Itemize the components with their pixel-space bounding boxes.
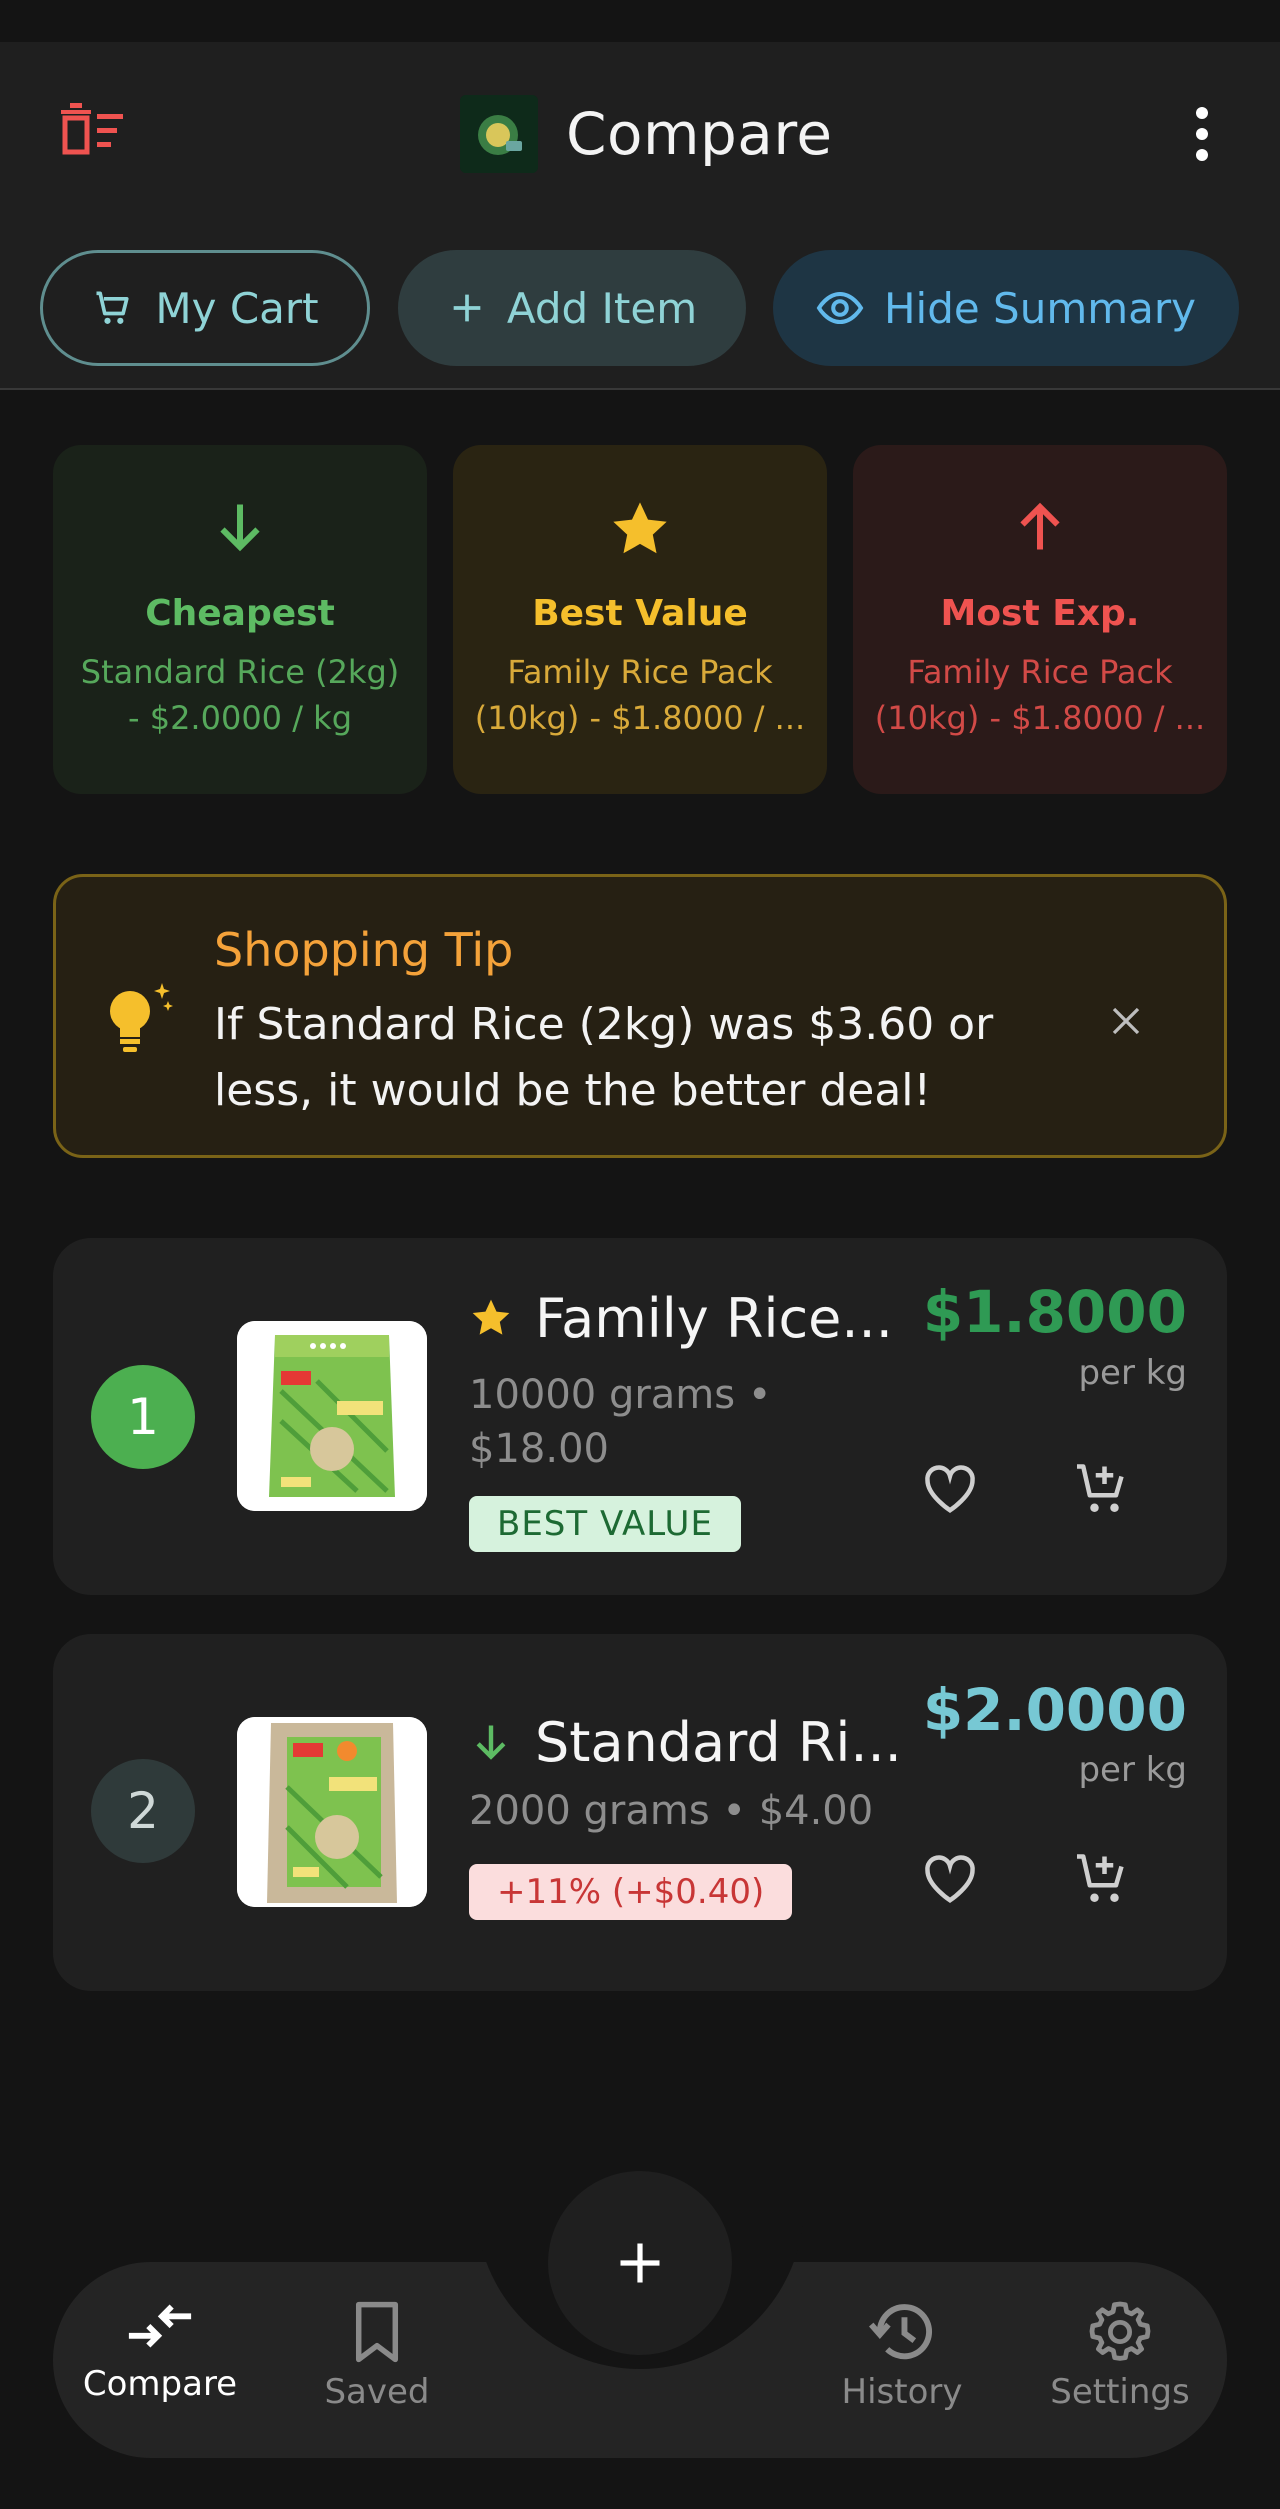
add-shopping-cart-icon — [1077, 1854, 1124, 1902]
app-bar: Compare My Cart Add Item Hide Summary — [0, 42, 1280, 390]
best-value-line2: (10kg) - $1.8000 / ... — [474, 699, 806, 737]
nav-compare[interactable]: Compare — [70, 2300, 250, 2430]
tip-body: If Standard Rice (2kg) was $3.60 or less… — [214, 999, 994, 1116]
item-meta-line1: 10000 grams • — [469, 1372, 772, 1418]
more-options-button[interactable] — [1160, 92, 1244, 176]
nav-history-label: History — [841, 2372, 963, 2412]
bookmark-icon — [355, 2301, 399, 2363]
my-cart-label: My Cart — [155, 283, 319, 333]
gear-icon — [1089, 2301, 1151, 2361]
add-to-cart-button[interactable] — [1057, 1834, 1147, 1924]
add-item-label: Add Item — [506, 283, 698, 333]
star-icon — [613, 502, 667, 554]
delete-list-icon — [61, 103, 123, 155]
plus-icon — [453, 294, 481, 322]
nav-compare-label: Compare — [82, 2364, 238, 2404]
product-image — [237, 1717, 427, 1907]
add-item-fab[interactable] — [548, 2171, 732, 2355]
add-shopping-cart-icon — [1077, 1464, 1124, 1512]
item-meta-line2: $18.00 — [469, 1426, 609, 1472]
arrow-down-icon — [220, 504, 260, 552]
unit-price: $1.8000 — [922, 1278, 1187, 1346]
history-icon — [869, 2304, 933, 2360]
best-value-line1: Family Rice Pack — [507, 653, 773, 691]
best-value-summary-card[interactable]: Best Value Family Rice Pack (10kg) - $1.… — [453, 445, 827, 794]
list-item[interactable]: 2 Standard Ri... 2000 grams • $4.00 +11%… — [53, 1634, 1227, 1991]
nav-saved-label: Saved — [324, 2372, 430, 2412]
unit-label: per kg — [1078, 1353, 1187, 1393]
arrow-down-icon — [476, 1725, 506, 1760]
cheapest-summary-card[interactable]: Cheapest Standard Rice (2kg) - $2.0000 /… — [53, 445, 427, 794]
rank-badge: 2 — [91, 1759, 195, 1863]
rank-badge: 1 — [91, 1365, 195, 1469]
unit-price: $2.0000 — [922, 1676, 1187, 1744]
nav-settings-label: Settings — [1050, 2372, 1190, 2412]
lightbulb-icon — [110, 983, 173, 1052]
nav-settings[interactable]: Settings — [1030, 2300, 1210, 2430]
hide-summary-button[interactable]: Hide Summary — [773, 250, 1239, 366]
plus-icon — [620, 2243, 660, 2283]
more-vert-icon — [1196, 107, 1208, 161]
status-bar — [0, 0, 1280, 42]
favorite-button[interactable] — [905, 1444, 995, 1534]
cart-icon — [96, 291, 129, 324]
most-expensive-line2: (10kg) - $1.8000 / ... — [874, 699, 1206, 737]
arrow-up-icon — [1020, 502, 1060, 550]
item-name: Family Rice... — [535, 1286, 893, 1350]
my-cart-button[interactable]: My Cart — [40, 250, 370, 366]
hide-summary-label: Hide Summary — [883, 283, 1197, 333]
compare-arrows-icon — [128, 2304, 192, 2348]
most-expensive-line1: Family Rice Pack — [907, 653, 1173, 691]
status-badge: +11% (+$0.40) — [469, 1864, 793, 1920]
dismiss-tip-button[interactable] — [1086, 981, 1166, 1061]
nav-saved[interactable]: Saved — [287, 2300, 467, 2430]
most-expensive-summary-card[interactable]: Most Exp. Family Rice Pack (10kg) - $1.8… — [853, 445, 1227, 794]
app-logo-icon — [460, 95, 538, 173]
star-icon — [472, 1299, 510, 1335]
cheapest-line2: - $2.0000 / kg — [127, 699, 352, 737]
item-name: Standard Ri... — [535, 1710, 902, 1774]
add-item-button[interactable]: Add Item — [398, 250, 746, 366]
tip-title: Shopping Tip — [214, 923, 514, 977]
item-meta-line1: 2000 grams • $4.00 — [469, 1788, 874, 1834]
cheapest-line1: Standard Rice (2kg) — [80, 653, 400, 691]
eye-icon — [816, 291, 864, 325]
best-value-title: Best Value — [532, 593, 748, 634]
title-group: Compare — [460, 92, 833, 176]
most-expensive-title: Most Exp. — [940, 593, 1140, 634]
list-item[interactable]: 1 Family Rice... 10000 grams • $18.00 BE… — [53, 1238, 1227, 1595]
shopping-tip-banner: Shopping Tip If Standard Rice (2kg) was … — [53, 874, 1227, 1158]
product-image — [237, 1321, 427, 1511]
nav-history[interactable]: History — [812, 2300, 992, 2430]
add-to-cart-button[interactable] — [1057, 1444, 1147, 1534]
cheapest-title: Cheapest — [145, 593, 335, 634]
heart-outline-icon — [925, 1465, 975, 1513]
page-title: Compare — [566, 100, 833, 168]
heart-outline-icon — [925, 1855, 975, 1903]
clear-list-button[interactable] — [40, 90, 144, 170]
unit-label: per kg — [1078, 1750, 1187, 1790]
close-icon — [1112, 1007, 1140, 1035]
favorite-button[interactable] — [905, 1834, 995, 1924]
status-badge: BEST VALUE — [469, 1496, 741, 1552]
